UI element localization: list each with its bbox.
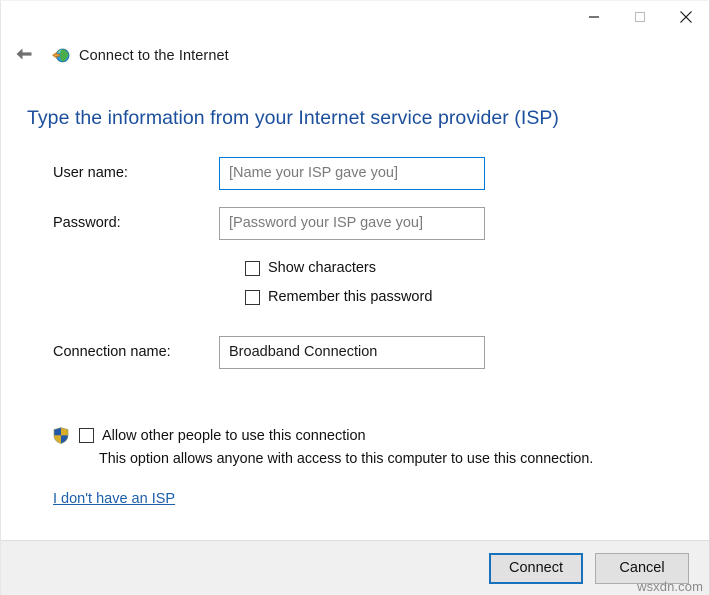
password-input[interactable] <box>219 207 485 240</box>
connect-to-internet-window: Connect to the Internet Type the informa… <box>0 0 710 595</box>
allow-others-label: Allow other people to use this connectio… <box>102 428 366 444</box>
close-button[interactable] <box>663 1 709 33</box>
globe-connect-icon <box>52 47 70 65</box>
password-row: Password: <box>27 206 683 240</box>
connection-name-row: Connection name: <box>27 335 683 369</box>
page-title: Type the information from your Internet … <box>27 75 683 130</box>
show-characters-checkbox[interactable] <box>245 261 260 276</box>
remember-password-label: Remember this password <box>268 289 432 305</box>
nav-row: Connect to the Internet <box>1 37 709 75</box>
show-characters-label: Show characters <box>268 260 376 276</box>
remember-password-row[interactable]: Remember this password <box>245 285 683 309</box>
dialog-footer: Connect Cancel wsxdn.com <box>1 540 709 595</box>
connection-name-input[interactable] <box>219 336 485 369</box>
username-label: User name: <box>27 165 219 181</box>
show-characters-row[interactable]: Show characters <box>245 256 683 280</box>
close-icon <box>679 10 693 24</box>
username-input[interactable] <box>219 157 485 190</box>
window-title: Connect to the Internet <box>79 48 229 64</box>
credentials-form: User name: Password: Show characters Rem… <box>27 156 683 369</box>
username-row: User name: <box>27 156 683 190</box>
titlebar <box>1 1 709 37</box>
password-label: Password: <box>27 215 219 231</box>
connect-button[interactable]: Connect <box>489 553 583 584</box>
allow-others-description: This option allows anyone with access to… <box>53 451 683 467</box>
uac-shield-icon <box>53 427 69 444</box>
watermark: wsxdn.com <box>637 579 703 594</box>
dialog-content: Type the information from your Internet … <box>1 75 709 540</box>
back-button[interactable] <box>10 42 38 70</box>
allow-others-block: Allow other people to use this connectio… <box>27 427 683 467</box>
no-isp-link[interactable]: I don't have an ISP <box>53 491 175 507</box>
remember-password-checkbox[interactable] <box>245 290 260 305</box>
minimize-icon <box>588 11 600 23</box>
allow-others-checkbox[interactable] <box>79 428 94 443</box>
back-arrow-icon <box>14 46 34 67</box>
minimize-button[interactable] <box>571 1 617 33</box>
connection-name-label: Connection name: <box>27 344 219 360</box>
maximize-icon <box>634 11 646 23</box>
allow-others-row[interactable]: Allow other people to use this connectio… <box>53 427 683 444</box>
maximize-button[interactable] <box>617 1 663 33</box>
